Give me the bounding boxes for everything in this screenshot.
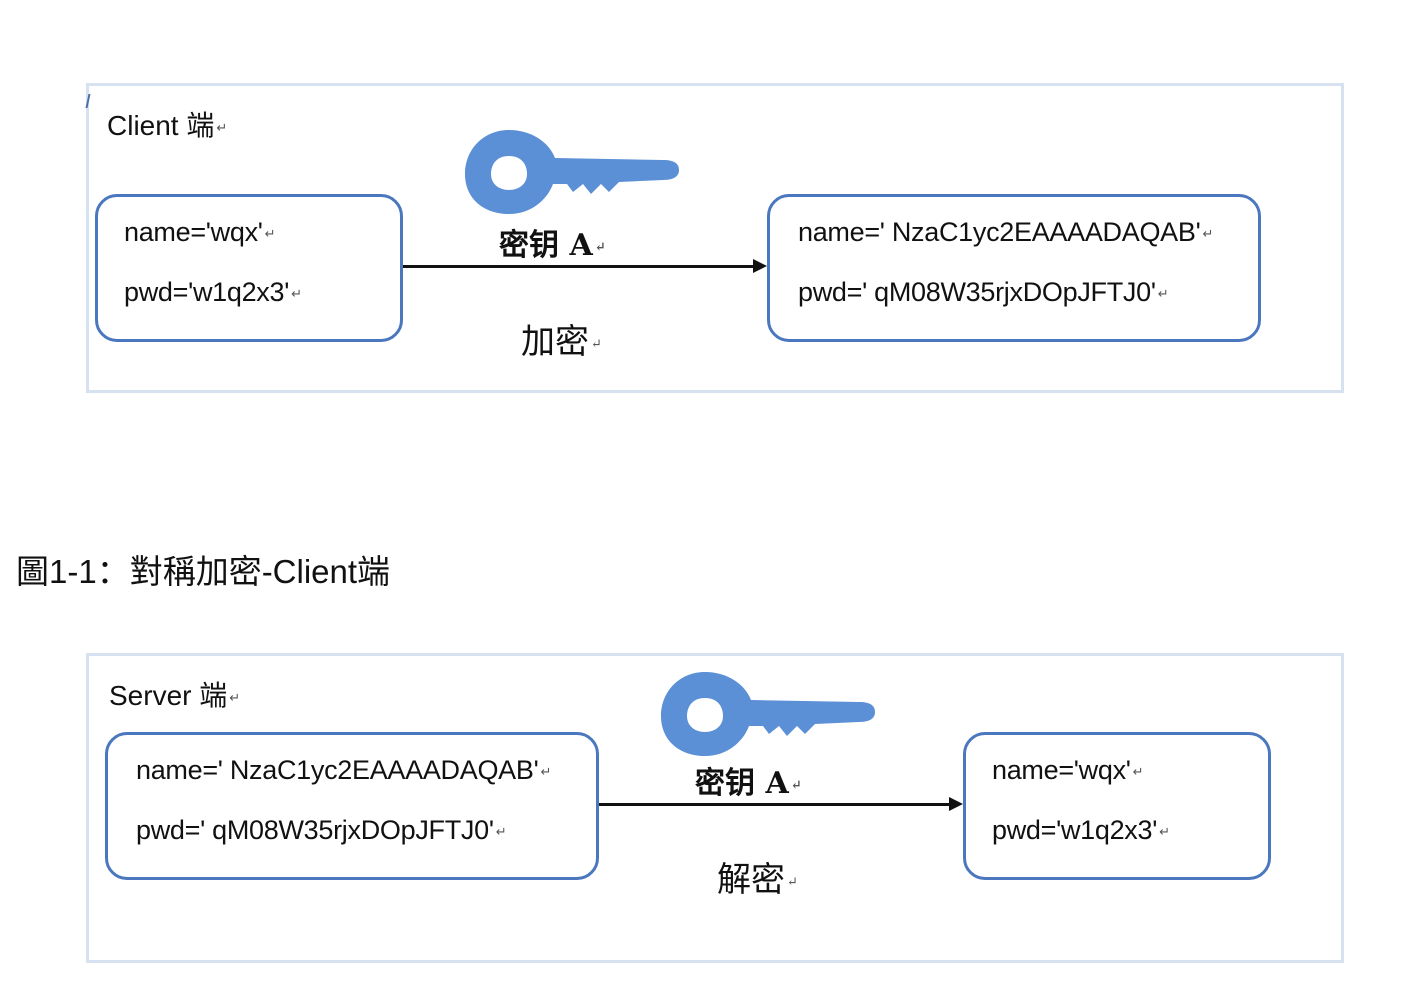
client-key-label: 密钥 A ↵ [499,228,606,263]
key-icon [661,672,875,756]
server-key-label: 密钥 A ↵ [695,766,802,801]
return-mark-icon: ↵ [1157,285,1169,301]
return-mark-icon: ↵ [1159,823,1170,839]
server-cipher-pwd: pwd=' qM08W35rjxDOpJFTJ0' ↵ [136,815,507,845]
key-icon [465,130,679,214]
return-mark-icon: ↵ [540,763,552,779]
server-plaintext-box: name='wqx' ↵ pwd='w1q2x3' ↵ [963,732,1271,880]
return-mark-icon: ↵ [495,823,507,839]
return-mark-icon: ↵ [216,119,228,135]
server-ciphertext-box: name=' NzaC1yc2EAAAADAQAB' ↵ pwd=' qM08W3… [105,732,599,880]
return-mark-icon: ↵ [264,225,276,241]
return-mark-icon: ↵ [229,689,241,705]
return-mark-icon: ↵ [787,874,798,890]
return-mark-icon: ↵ [594,239,606,255]
client-cipher-name: name=' NzaC1yc2EAAAADAQAB' ↵ [798,217,1214,247]
return-mark-icon: ↵ [1202,225,1214,241]
server-plain-name: name='wqx' ↵ [992,755,1144,785]
return-mark-icon: ↵ [790,777,802,793]
server-panel: Server 端 ↵ name=' NzaC1yc2EAAAADAQAB' ↵ pw… [86,653,1344,963]
client-plaintext-box: name='wqx' ↵ pwd='w1q2x3' ↵ [95,194,403,342]
server-cipher-name: name=' NzaC1yc2EAAAADAQAB' ↵ [136,755,552,785]
client-panel: Client 端 ↵ name='wqx' ↵ pwd='w1q2x3' ↵ 密钥 A… [85,83,1344,393]
return-mark-icon: ↵ [591,336,602,352]
server-decrypt-arrow [599,797,963,811]
client-encrypt-arrow [403,259,767,273]
panel-corner-mark [85,94,91,108]
return-mark-icon: ↵ [291,285,302,301]
figure-caption: 圖1-1：對稱加密-Client端 [16,553,391,590]
client-operation-label: 加密 ↵ [521,322,602,362]
client-plain-name: name='wqx' ↵ [124,217,276,247]
return-mark-icon: ↵ [1132,763,1144,779]
client-plain-pwd: pwd='w1q2x3' ↵ [124,277,302,307]
server-panel-label: Server 端 ↵ [109,680,241,711]
server-plain-pwd: pwd='w1q2x3' ↵ [992,815,1170,845]
client-ciphertext-box: name=' NzaC1yc2EAAAADAQAB' ↵ pwd=' qM08W3… [767,194,1261,342]
server-operation-label: 解密 ↵ [717,860,798,900]
client-cipher-pwd: pwd=' qM08W35rjxDOpJFTJ0' ↵ [798,277,1169,307]
client-panel-label: Client 端 ↵ [107,110,228,141]
